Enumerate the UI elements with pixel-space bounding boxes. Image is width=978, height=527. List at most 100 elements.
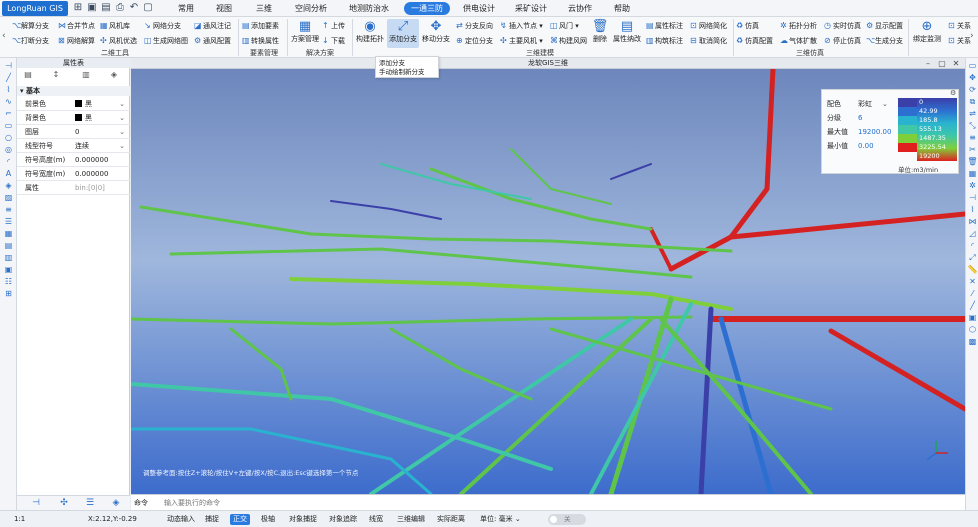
join-icon[interactable]: ⋈ [967,216,978,227]
circle-tool-icon[interactable]: ○ [3,132,14,143]
menu-ventilation[interactable]: 一通三防 [404,2,450,15]
network-branch-button[interactable]: ↘ 网络分支 [144,20,181,31]
break-icon[interactable]: ⌇ [967,204,978,215]
prop-row-attribute[interactable]: 属性 bin:[0|0] [17,181,130,195]
stretch-icon[interactable]: ⤢ [967,252,978,263]
toggle-object-track[interactable]: 对象追踪 [326,514,360,525]
box-icon[interactable]: ▣ [967,312,978,323]
ribbon-scroll-left-icon[interactable]: ‹ [2,31,10,41]
legend-settings-icon[interactable]: ⚙ [950,89,956,97]
cut-line-icon[interactable]: ⁄ [967,288,978,299]
legend-max-value[interactable]: 19200.00 [858,126,891,139]
insert-node-button[interactable]: ↯ 插入节点 ▾ [500,20,543,31]
move-branch-button[interactable]: ✥ 移动分支 [420,19,452,44]
fan-library-button[interactable]: ▦风机库 [100,20,130,31]
menu-spatial-analysis[interactable]: 空间分析 [290,0,332,17]
minimize-icon[interactable]: – [923,58,933,69]
cancel-simplify-button[interactable]: ⊟ 取消简化 [690,35,727,46]
upload-button[interactable]: ↑ 上传 [322,20,345,31]
network-icon[interactable]: ✣ [57,498,71,509]
solve-branch-button[interactable]: ⌥解算分支 [12,20,49,31]
pin-icon[interactable]: ⊣ [3,60,14,71]
cross-icon[interactable]: ✕ [967,276,978,287]
toggle-dynamic-input[interactable]: 动态输入 [164,514,198,525]
undo-icon[interactable]: ↶ [128,2,140,14]
grid-tool-icon[interactable]: ▦ [3,228,14,239]
curve-tool-icon[interactable]: ∿ [3,96,14,107]
network-solve-button[interactable]: ⊠ 网络解算 [58,35,95,46]
toggle-ortho[interactable]: 正交 [230,514,250,525]
simulate-button[interactable]: ♻ 仿真 [736,20,759,31]
text-tool-icon[interactable]: A [3,168,14,179]
stack-tool-icon[interactable]: ☰ [3,216,14,227]
sort-category-icon[interactable]: ▤ [21,70,35,81]
gas-diffusion-button[interactable]: ☁气体扩散 [780,35,817,46]
chevron-down-icon[interactable]: ⌄ [119,125,125,139]
prop-value[interactable]: 0.000000 [75,167,129,181]
chamfer-icon[interactable]: ◿ [967,228,978,239]
sort-alpha-icon[interactable]: ↕ [49,70,63,81]
tree-icon[interactable]: ⊣ [29,498,43,509]
network-simplify-button[interactable]: ⊡ 网络简化 [690,20,727,31]
convert-attr-button[interactable]: ▥转换属性 [242,35,279,46]
scheme-manage-button[interactable]: ▦ 方案管理 [290,19,320,44]
prop-row-foreground[interactable]: 前景色 黑 ⌄ [17,97,130,111]
prop-value[interactable]: 0.000000 [75,153,129,167]
locate-branch-button[interactable]: ⊕ 定位分支 [456,35,493,46]
chevron-down-icon[interactable]: ⌄ [119,97,125,111]
redo-icon[interactable]: ▢ [142,2,154,14]
reverse-branch-button[interactable]: ⇄ 分支反向 [456,20,493,31]
event-icon[interactable]: ▥ [79,70,93,81]
extend-icon[interactable]: ⊣ [967,192,978,203]
menu-power-design[interactable]: 供电设计 [460,0,498,17]
rotate-icon[interactable]: ⟳ [967,84,978,95]
copy-icon[interactable]: ⧉ [967,96,978,107]
panel-tool-icon[interactable]: ▥ [3,252,14,263]
menu-mining-design[interactable]: 采矿设计 [512,0,550,17]
rectangle-tool-icon[interactable]: ▭ [3,120,14,131]
save-icon[interactable]: ▤ [100,2,112,14]
menu-survey-water[interactable]: 地测防治水 [344,0,394,17]
print-icon[interactable]: ⎙ [114,2,126,14]
offset-icon[interactable]: ≡ [967,132,978,143]
scale-indicator[interactable]: 1:1 [14,514,25,525]
fan-optimize-button[interactable]: ✣ 风机优选 [100,35,137,46]
list-tool-icon[interactable]: ☷ [3,276,14,287]
menu-view[interactable]: 视图 [210,0,238,17]
legend-max-row[interactable]: 最大值 19200.00 [824,126,891,139]
toggle-snap[interactable]: 捕捉 [202,514,222,525]
unit-selector[interactable]: 单位: 毫米 ⌄ [480,514,521,525]
break-branch-button[interactable]: ⌥打断分支 [12,35,49,46]
toggle-switch[interactable]: 关 [548,514,586,525]
build-airnet-button[interactable]: ⌘构建风网 [550,35,587,46]
list-icon[interactable]: ☰ [83,498,97,509]
toggle-line-width[interactable]: 线宽 [366,514,386,525]
arc-tool-icon[interactable]: ◜ [3,156,14,167]
hatch-tool-icon[interactable]: ▨ [3,192,14,203]
polyline-tool-icon[interactable]: ⌇ [3,84,14,95]
display-config-button[interactable]: ⚙ 显示配置 [866,20,903,31]
realtime-sim-button[interactable]: ◷ 实时仿真 [824,20,861,31]
chevron-down-icon[interactable]: ⌄ [882,98,888,111]
menu-common[interactable]: 常用 [172,0,200,17]
legend-min-value[interactable]: 0.00 [858,140,890,153]
trim-icon[interactable]: ✂ [967,144,978,155]
array-icon[interactable]: ▦ [967,168,978,179]
layer-tool-icon[interactable]: ≡ [3,204,14,215]
bind-monitor-button[interactable]: ⊕ 绑定监测 [910,19,944,44]
delete-button[interactable]: 🗑 删除 [590,19,610,44]
prop-row-background[interactable]: 背景色 黑 ⌄ [17,111,130,125]
merge-node-button[interactable]: ⋈合并节点 [58,20,95,31]
prop-row-linetype[interactable]: 线型符号 连续 ⌄ [17,139,130,153]
close-icon[interactable]: ✕ [951,58,961,69]
maximize-icon[interactable]: ▢ [937,58,947,69]
legend-colormap-row[interactable]: 配色 彩虹 ⌄ [824,98,888,111]
menu-help[interactable]: 帮助 [610,0,634,17]
prop-row-layer[interactable]: 图层 0 ⌄ [17,125,130,139]
simulate-config-button[interactable]: ♻ 仿真配置 [736,35,773,46]
ribbon-scroll-right-icon[interactable]: › [970,31,978,41]
prop-row-symbol-height[interactable]: 符号高度(m) 0.000000 [17,153,130,167]
fillet-icon[interactable]: ◜ [967,240,978,251]
generate-network-button[interactable]: ◫生成网络图 [144,35,188,46]
prop-row-symbol-width[interactable]: 符号宽度(m) 0.000000 [17,167,130,181]
